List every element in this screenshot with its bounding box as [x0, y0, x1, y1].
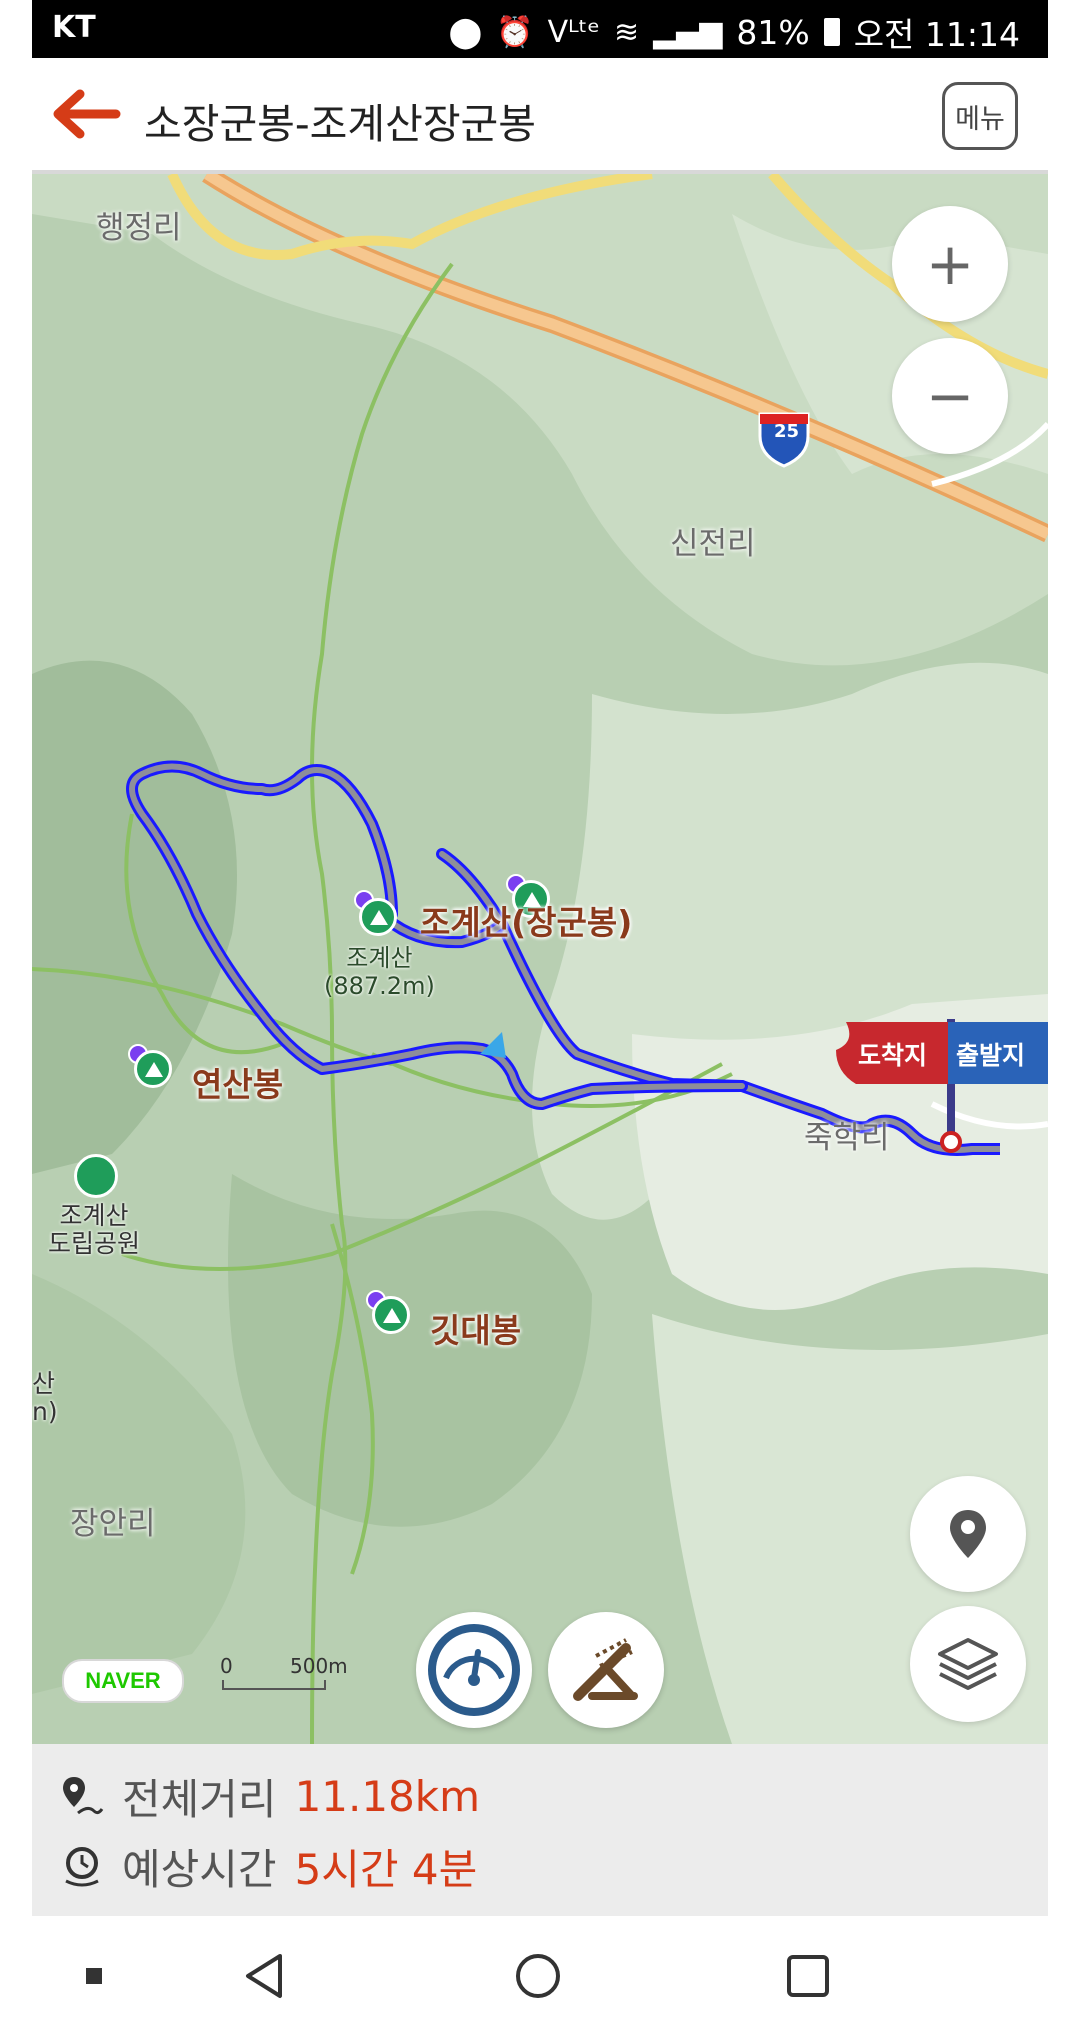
signal-icon: ▂▄▆ [653, 14, 723, 50]
place-label: 신전리 [670, 526, 756, 561]
distance-row: 전체거리 11.18km [60, 1766, 480, 1827]
highway-number: 25 [774, 421, 800, 442]
park-label-line: 도립공원 [48, 1229, 141, 1258]
scale-zero: 0 [220, 1654, 233, 1678]
wifi-icon: ≋ [613, 14, 640, 50]
app-frame: KT ⬤ ⏰ Vᴸᵗᵉ ≋ ▂▄▆ 81% 오전 11:14 소장군봉-조계산장… [32, 0, 1048, 2034]
location-pin-icon [950, 1510, 986, 1558]
departure-flag[interactable]: 출발지 [948, 1022, 1048, 1084]
system-nav-bar [32, 1916, 1048, 2034]
battery-icon [823, 18, 840, 46]
elevation-icon [573, 1638, 638, 1701]
elevation-button[interactable] [548, 1612, 664, 1728]
map-view[interactable]: 행정리 신전리 장안리 죽학리 25 조계산 (887.2m) 조계산(장군봉)… [32, 174, 1048, 1744]
peak-gitdaebong-label: 깃대봉 [430, 1311, 522, 1350]
battery-percent: 81% [736, 12, 810, 52]
peak-name: 조계산 [346, 944, 413, 972]
distance-value: 11.18km [294, 1772, 481, 1821]
map-layers-button[interactable] [910, 1606, 1026, 1722]
scale-distance: 500m [290, 1654, 348, 1678]
zoom-in-button[interactable]: + [892, 206, 1008, 322]
edge-label-line: 산 [32, 1369, 56, 1398]
park-label-line: 조계산 [59, 1201, 129, 1230]
speedometer-icon [428, 1624, 520, 1716]
clock: 오전 11:14 [853, 15, 1020, 54]
mountain-peak-icon[interactable] [134, 1050, 172, 1088]
route-info-panel: 전체거리 11.18km 예상시간 5시간 4분 [32, 1744, 1048, 1916]
place-label: 행정리 [96, 210, 182, 245]
location-status-icon: ⬤ [448, 14, 483, 50]
zoom-in-icon: + [925, 230, 975, 298]
scale-line [222, 1680, 326, 1690]
clock-icon [65, 1846, 99, 1886]
nav-recents-icon[interactable] [786, 1954, 830, 1998]
back-arrow-icon [53, 89, 121, 139]
peak-jogyesan-label: 조계산 (887.2m) [324, 944, 435, 1000]
back-button[interactable] [50, 88, 122, 140]
peak-janggunbong-label: 조계산(장군봉) [420, 903, 633, 942]
menu-button[interactable]: 메뉴 [942, 82, 1018, 150]
title-bar: 소장군봉-조계산장군봉 메뉴 [32, 58, 1048, 174]
park-label: 조계산 도립공원 [48, 1202, 140, 1258]
status-icons: ⬤ ⏰ Vᴸᵗᵉ ≋ ▂▄▆ 81% 오전 11:14 [449, 8, 1020, 56]
time-label: 예상시간 [122, 1845, 277, 1894]
zoom-out-button[interactable]: − [892, 338, 1008, 454]
place-label: 장안리 [70, 1506, 156, 1541]
my-location-button[interactable] [910, 1476, 1026, 1592]
edge-label-line: n) [32, 1397, 58, 1426]
time-value: 5시간 4분 [294, 1845, 478, 1894]
distance-label: 전체거리 [122, 1775, 277, 1824]
naver-logo: NAVER [62, 1659, 184, 1703]
park-tree-icon[interactable] [74, 1154, 118, 1198]
carrier-label: KT [52, 10, 96, 45]
nav-home-icon[interactable] [514, 1952, 562, 2000]
scale-bar: 0 500m [220, 1654, 360, 1694]
arrival-flag[interactable]: 도착지 [836, 1022, 951, 1084]
time-row: 예상시간 5시간 4분 [60, 1836, 477, 1897]
arrival-label: 도착지 [858, 1041, 928, 1070]
nav-dot-icon[interactable] [86, 1968, 102, 1984]
place-label: 죽학리 [804, 1120, 890, 1155]
alarm-icon: ⏰ [496, 14, 534, 50]
nav-back-icon[interactable] [242, 1952, 286, 2000]
page-title: 소장군봉-조계산장군봉 [144, 100, 536, 148]
zoom-out-icon: − [925, 362, 975, 430]
route-distance-icon [63, 1776, 104, 1814]
layers-icon [938, 1638, 998, 1690]
mountain-peak-icon[interactable] [372, 1296, 410, 1334]
edge-label: 산 n) [32, 1370, 58, 1426]
peak-yeonsanbong-label: 연산봉 [192, 1065, 284, 1104]
peak-height: (887.2m) [324, 972, 435, 1000]
speed-button[interactable] [416, 1612, 532, 1728]
volte-icon: Vᴸᵗᵉ [547, 14, 600, 50]
status-bar: KT ⬤ ⏰ Vᴸᵗᵉ ≋ ▂▄▆ 81% 오전 11:14 [32, 0, 1048, 58]
mountain-peak-icon[interactable] [359, 898, 397, 936]
departure-label: 출발지 [956, 1041, 1026, 1070]
